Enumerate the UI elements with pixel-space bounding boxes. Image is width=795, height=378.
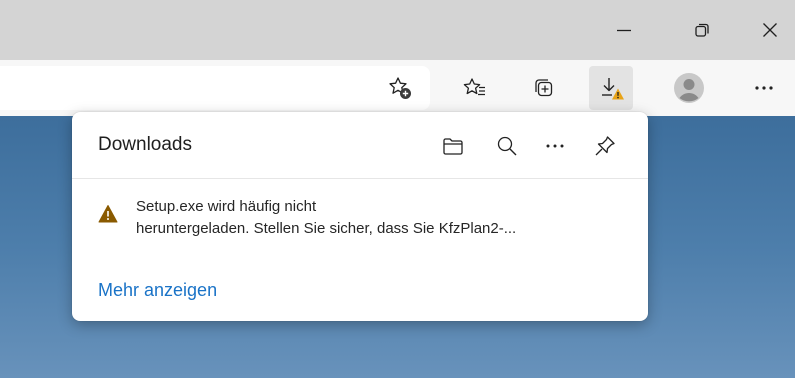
warning-icon xyxy=(98,205,118,223)
downloads-button[interactable] xyxy=(589,66,633,110)
minimize-button[interactable] xyxy=(604,10,644,50)
minimize-icon xyxy=(617,29,631,32)
profile-avatar xyxy=(674,73,704,103)
pin-downloads-button[interactable] xyxy=(589,130,621,162)
title-bar xyxy=(0,0,795,60)
warning-text-line2: heruntergeladen. Stellen Sie sicher, das… xyxy=(136,220,517,237)
downloads-more-options-button[interactable] xyxy=(539,130,571,162)
collections-button[interactable] xyxy=(522,66,566,110)
search-downloads-button[interactable] xyxy=(491,130,523,162)
downloads-title: Downloads xyxy=(98,134,192,155)
open-folder-button[interactable] xyxy=(437,130,469,162)
restore-icon xyxy=(695,23,709,37)
address-bar[interactable] xyxy=(0,66,430,110)
add-favorite-icon xyxy=(389,77,411,99)
downloads-flyout: Downloads Setup.exe wird häufig nicht he… xyxy=(72,112,648,321)
more-icon xyxy=(755,86,773,90)
flyout-divider xyxy=(72,178,648,179)
favorites-icon xyxy=(463,78,485,96)
downloads-icon xyxy=(602,78,624,100)
show-more-link[interactable]: Mehr anzeigen xyxy=(98,280,217,301)
profile-button[interactable] xyxy=(667,66,711,110)
add-favorite-button[interactable] xyxy=(380,70,420,106)
favorites-button[interactable] xyxy=(453,66,497,110)
close-icon xyxy=(763,23,777,37)
open-folder-icon xyxy=(443,138,463,155)
pin-icon xyxy=(595,136,615,156)
search-icon xyxy=(497,136,517,156)
collections-icon xyxy=(535,79,553,97)
restore-button[interactable] xyxy=(682,10,722,50)
close-button[interactable] xyxy=(750,10,790,50)
browser-toolbar xyxy=(0,60,795,116)
warning-text-line1: Setup.exe wird häufig nicht xyxy=(136,198,317,215)
download-warning-item[interactable]: Setup.exe wird häufig nicht heruntergela… xyxy=(72,192,648,252)
settings-more-button[interactable] xyxy=(742,66,786,110)
more-options-icon xyxy=(546,144,564,148)
